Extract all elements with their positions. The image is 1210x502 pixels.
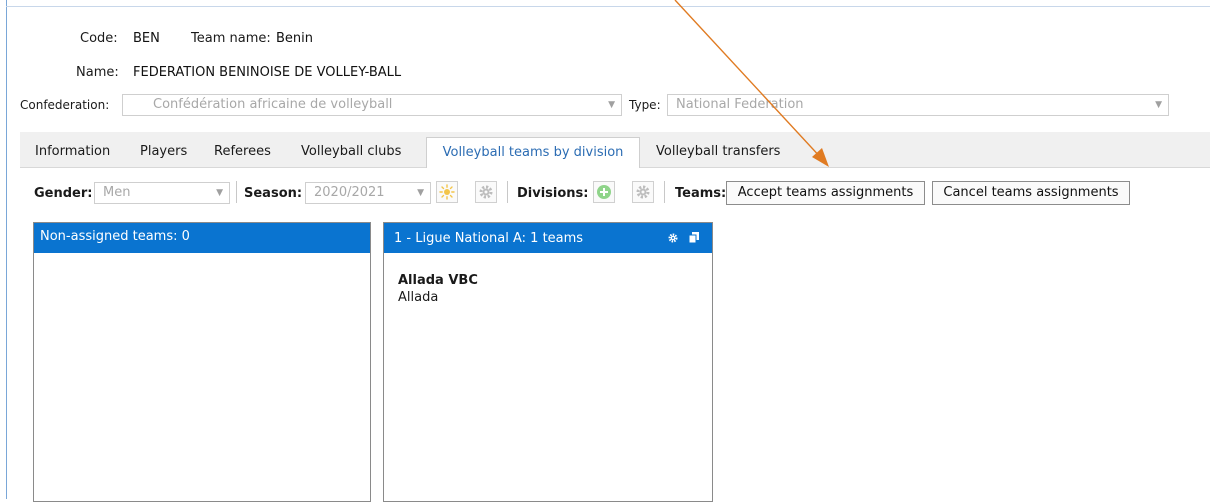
annotation-arrow-icon (674, 0, 829, 167)
